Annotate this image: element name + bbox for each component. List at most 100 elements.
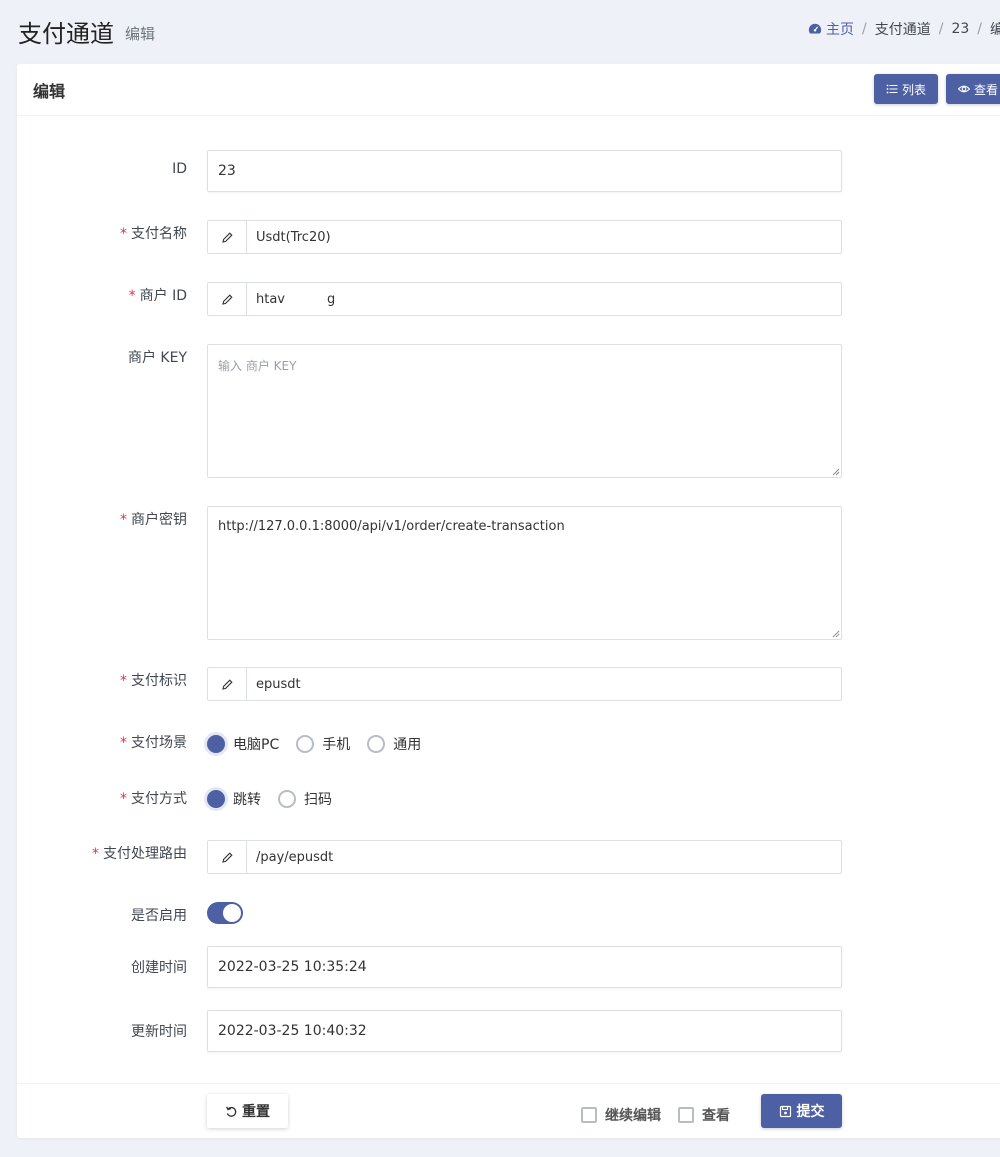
pay-method-option-scan[interactable]: 扫码 — [304, 789, 332, 809]
pencil-addon — [208, 221, 247, 253]
required-mark: * — [120, 226, 127, 242]
card-header: 编辑 列表 查看 — [17, 64, 1000, 116]
pay-check-value: epusdt — [256, 676, 301, 692]
merchant-id-value: htav — [256, 291, 285, 307]
pay-scene-option-general[interactable]: 通用 — [393, 734, 421, 754]
pay-method-option-redirect[interactable]: 跳转 — [233, 789, 261, 809]
checkbox-box[interactable] — [678, 1107, 694, 1123]
updated-at-label: 更新时间 — [17, 1021, 187, 1041]
view-after-label[interactable]: 查看 — [702, 1105, 730, 1125]
page-title: 支付通道 — [18, 20, 114, 48]
pencil-icon — [221, 851, 233, 863]
breadcrumb-current: 编辑 — [989, 22, 1000, 38]
merchant-key-label-text: 商户 KEY — [127, 350, 187, 366]
pay-scene-option-mobile[interactable]: 手机 — [322, 734, 350, 754]
reset-button[interactable]: 重置 — [207, 1094, 288, 1128]
pay-check-input[interactable]: epusdt — [207, 667, 842, 701]
merchant-id-input[interactable]: htav g — [207, 282, 842, 316]
continue-edit-checkbox[interactable]: 继续编辑 — [581, 1105, 661, 1125]
pay-method-radio-group: 跳转 扫码 — [207, 789, 349, 809]
pay-check-label: * 支付标识 — [17, 670, 187, 690]
pencil-icon — [221, 293, 233, 305]
pay-method-label: * 支付方式 — [17, 788, 187, 808]
toggle-knob — [223, 904, 241, 922]
submit-button-label: 提交 — [796, 1104, 825, 1120]
created-at-label: 创建时间 — [17, 957, 187, 977]
updated-at-label-text: 更新时间 — [131, 1024, 187, 1040]
merchant-secret-label: * 商户密钥 — [17, 509, 187, 529]
created-at-input[interactable]: 2022-03-25 10:35:24 — [207, 946, 842, 988]
view-after-checkbox[interactable]: 查看 — [678, 1105, 730, 1125]
pay-name-input[interactable]: Usdt(Trc20) — [207, 220, 842, 254]
breadcrumb-separator: / — [862, 21, 867, 37]
enabled-label-text: 是否启用 — [131, 908, 187, 924]
eye-icon — [958, 85, 970, 93]
id-input[interactable]: 23 — [207, 150, 842, 192]
required-mark: * — [120, 735, 127, 751]
created-at-label-text: 创建时间 — [131, 960, 187, 976]
enabled-toggle[interactable] — [207, 902, 243, 924]
submit-button[interactable]: 提交 — [761, 1094, 842, 1128]
pay-scene-radio-mobile[interactable] — [296, 735, 315, 753]
page-header: 支付通道 编辑 主页 / 支付通道 / 23 / 编辑 — [0, 0, 1000, 64]
edit-card: 编辑 列表 查看 ID 23 * 支付名称 Usdt(Trc20) * 商户 ID — [17, 64, 1000, 1138]
required-mark: * — [120, 673, 127, 689]
checkbox-box[interactable] — [581, 1107, 597, 1123]
pencil-addon — [208, 283, 247, 315]
continue-edit-label[interactable]: 继续编辑 — [605, 1105, 661, 1125]
pay-scene-radio-general[interactable] — [367, 735, 386, 753]
breadcrumb-home[interactable]: 主页 — [808, 19, 854, 39]
merchant-id-label: * 商户 ID — [17, 285, 187, 305]
breadcrumb-home-label: 主页 — [826, 22, 854, 38]
merchant-secret-textarea[interactable]: http://127.0.0.1:8000/api/v1/order/creat… — [207, 506, 842, 640]
pay-route-value: /pay/epusdt — [256, 849, 334, 865]
pay-scene-label: * 支付场景 — [17, 732, 187, 752]
list-button[interactable]: 列表 — [874, 74, 939, 104]
pay-method-radio-redirect[interactable] — [207, 790, 225, 808]
id-label-text: ID — [172, 161, 187, 177]
merchant-id-label-text: 商户 ID — [139, 288, 187, 304]
required-mark: * — [120, 791, 127, 807]
required-mark: * — [120, 512, 127, 528]
dashboard-icon — [808, 23, 822, 34]
updated-at-input[interactable]: 2022-03-25 10:40:32 — [207, 1010, 842, 1052]
merchant-secret-value: http://127.0.0.1:8000/api/v1/order/creat… — [218, 519, 565, 534]
view-button-label: 查看 — [974, 82, 999, 97]
pay-route-label-text: 支付处理路由 — [103, 846, 187, 862]
pay-scene-radio-pc[interactable] — [207, 735, 225, 753]
required-mark: * — [128, 288, 136, 304]
merchant-secret-label-text: 商户密钥 — [131, 512, 187, 528]
reset-button-label: 重置 — [242, 1104, 270, 1120]
breadcrumb-separator: / — [977, 21, 982, 37]
breadcrumb-section[interactable]: 支付通道 — [875, 19, 931, 39]
pay-route-label: * 支付处理路由 — [17, 843, 187, 863]
resize-handle-icon[interactable] — [832, 468, 840, 476]
pay-name-label-text: 支付名称 — [131, 226, 187, 242]
save-icon — [779, 1105, 791, 1117]
pencil-addon — [208, 841, 247, 873]
merchant-key-label: 商户 KEY — [17, 347, 187, 367]
breadcrumb-id[interactable]: 23 — [951, 21, 969, 37]
created-at-value: 2022-03-25 10:35:24 — [218, 959, 367, 975]
required-mark: * — [92, 846, 99, 862]
card-title: 编辑 — [33, 82, 66, 101]
id-value: 23 — [218, 163, 236, 179]
breadcrumb: 主页 / 支付通道 / 23 / 编辑 — [808, 19, 1000, 39]
resize-handle-icon[interactable] — [832, 630, 840, 638]
updated-at-value: 2022-03-25 10:40:32 — [218, 1023, 367, 1039]
pay-method-radio-scan[interactable] — [278, 790, 296, 808]
enabled-label: 是否启用 — [17, 905, 187, 925]
card-footer: 重置 继续编辑 查看 提交 — [17, 1083, 1000, 1138]
id-label: ID — [17, 161, 187, 177]
pencil-icon — [221, 231, 233, 243]
pay-scene-radio-group: 电脑PC 手机 通用 — [207, 734, 438, 754]
pay-name-value: Usdt(Trc20) — [256, 229, 331, 245]
merchant-key-textarea[interactable]: 输入 商户 KEY — [207, 344, 842, 478]
pencil-icon — [221, 678, 233, 690]
view-button[interactable]: 查看 — [946, 74, 1000, 104]
list-icon — [886, 84, 898, 94]
pay-method-label-text: 支付方式 — [131, 791, 187, 807]
pay-scene-option-pc[interactable]: 电脑PC — [233, 734, 279, 754]
undo-icon — [226, 1106, 237, 1117]
pay-route-input[interactable]: /pay/epusdt — [207, 840, 842, 874]
